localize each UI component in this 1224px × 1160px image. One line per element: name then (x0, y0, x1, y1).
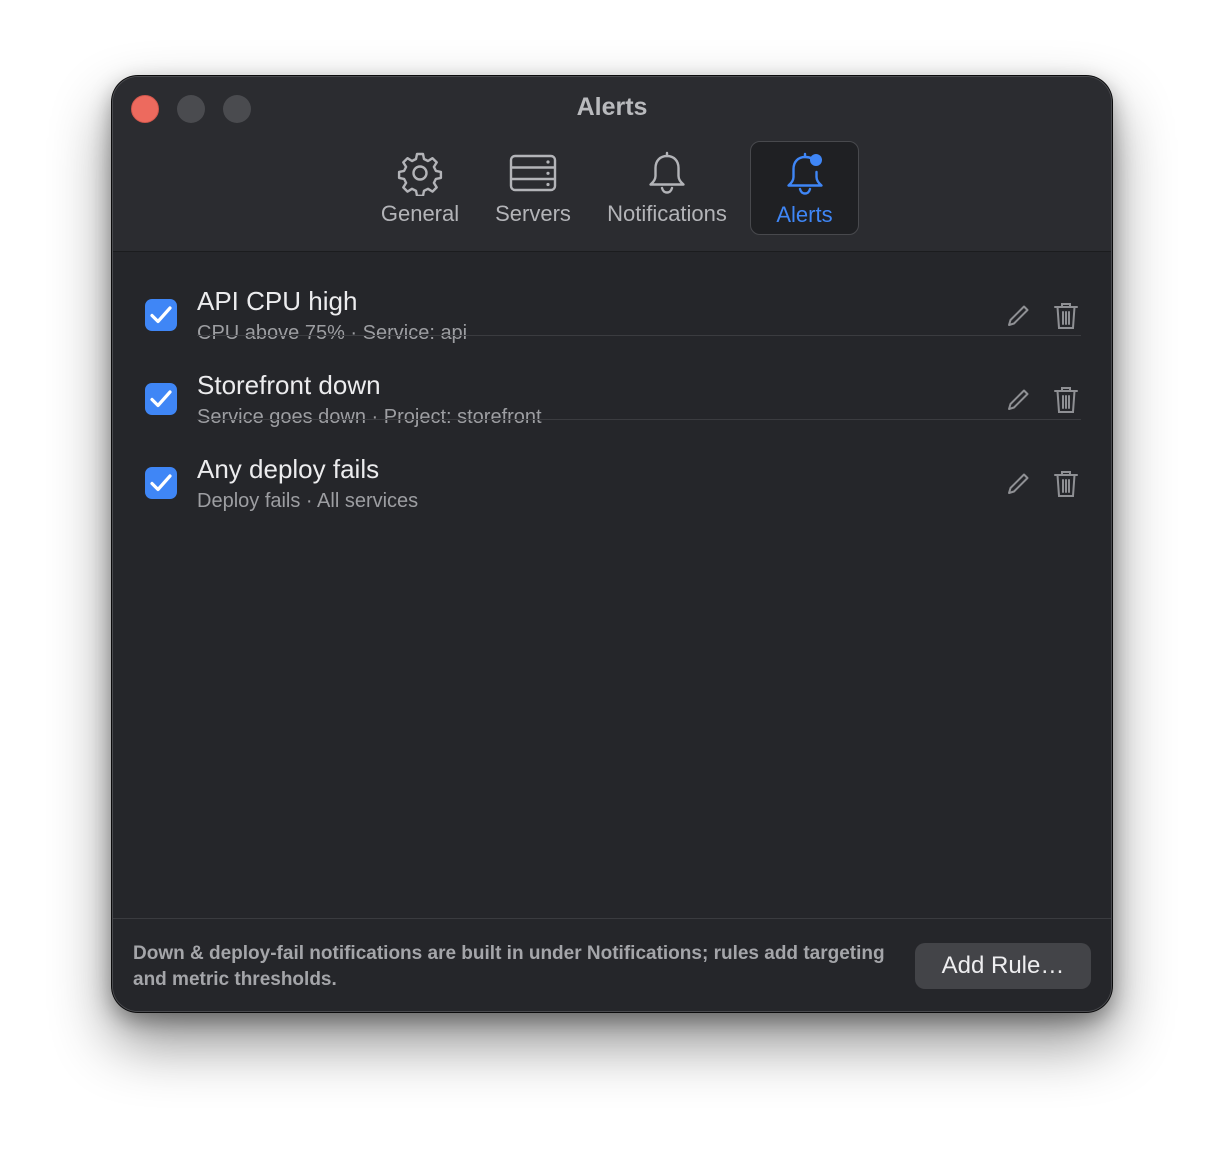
delete-rule-button[interactable] (1051, 300, 1081, 332)
delete-rule-button[interactable] (1051, 384, 1081, 416)
checkmark-icon (150, 390, 172, 408)
tab-alerts[interactable]: Alerts (750, 141, 859, 235)
rule-enabled-checkbox[interactable] (145, 467, 177, 499)
tab-notifications[interactable]: Notifications (597, 141, 737, 235)
edit-rule-button[interactable] (1003, 384, 1033, 416)
checkmark-icon (150, 306, 172, 324)
rule-enabled-checkbox[interactable] (145, 299, 177, 331)
tab-alerts-label: Alerts (776, 202, 833, 227)
rule-enabled-checkbox[interactable] (145, 383, 177, 415)
tab-general[interactable]: General (369, 141, 471, 235)
bell-icon (649, 151, 685, 194)
trash-icon (1054, 303, 1078, 329)
footer-note: Down & deploy-fail notifications are bui… (133, 943, 885, 990)
server-icon (509, 154, 557, 192)
list-item[interactable]: Any deploy fails Deploy fails · All serv… (113, 420, 1111, 512)
edit-rule-button[interactable] (1003, 300, 1033, 332)
pencil-icon (1008, 389, 1029, 410)
list-item[interactable]: Storefront down Service goes down · Proj… (113, 336, 1111, 428)
footer-bar: Down & deploy-fail notifications are bui… (113, 918, 1111, 1011)
window-title: Alerts (576, 93, 648, 121)
tab-notifications-label: Notifications (607, 201, 727, 226)
pencil-icon (1008, 305, 1029, 326)
trash-icon (1054, 471, 1078, 497)
rule-description: Deploy fails · All services (197, 490, 419, 512)
toolbar: Alerts General Servers Notifications Ale… (113, 77, 1111, 252)
checkmark-icon (150, 474, 172, 492)
trash-icon (1054, 387, 1078, 413)
edit-rule-button[interactable] (1003, 468, 1033, 500)
tab-general-label: General (380, 201, 460, 226)
preferences-window: Alerts General Servers Notifications Ale… (112, 76, 1112, 1012)
add-rule-button[interactable]: Add Rule… (915, 943, 1091, 989)
rule-title: Storefront down (197, 370, 381, 400)
bell-badge-icon (786, 152, 823, 195)
tab-servers-label: Servers (495, 201, 571, 226)
rule-title: Any deploy fails (197, 454, 380, 484)
tab-servers[interactable]: Servers (483, 141, 583, 235)
tab-bar: General Servers Notifications Alerts (113, 141, 1111, 237)
list-item[interactable]: API CPU high CPU above 75% · Service: ap… (113, 252, 1111, 344)
gear-icon (397, 152, 443, 196)
alert-rules-list: API CPU high CPU above 75% · Service: ap… (113, 252, 1111, 919)
delete-rule-button[interactable] (1051, 468, 1081, 500)
pencil-icon (1008, 473, 1029, 494)
rule-title: API CPU high (197, 286, 358, 316)
